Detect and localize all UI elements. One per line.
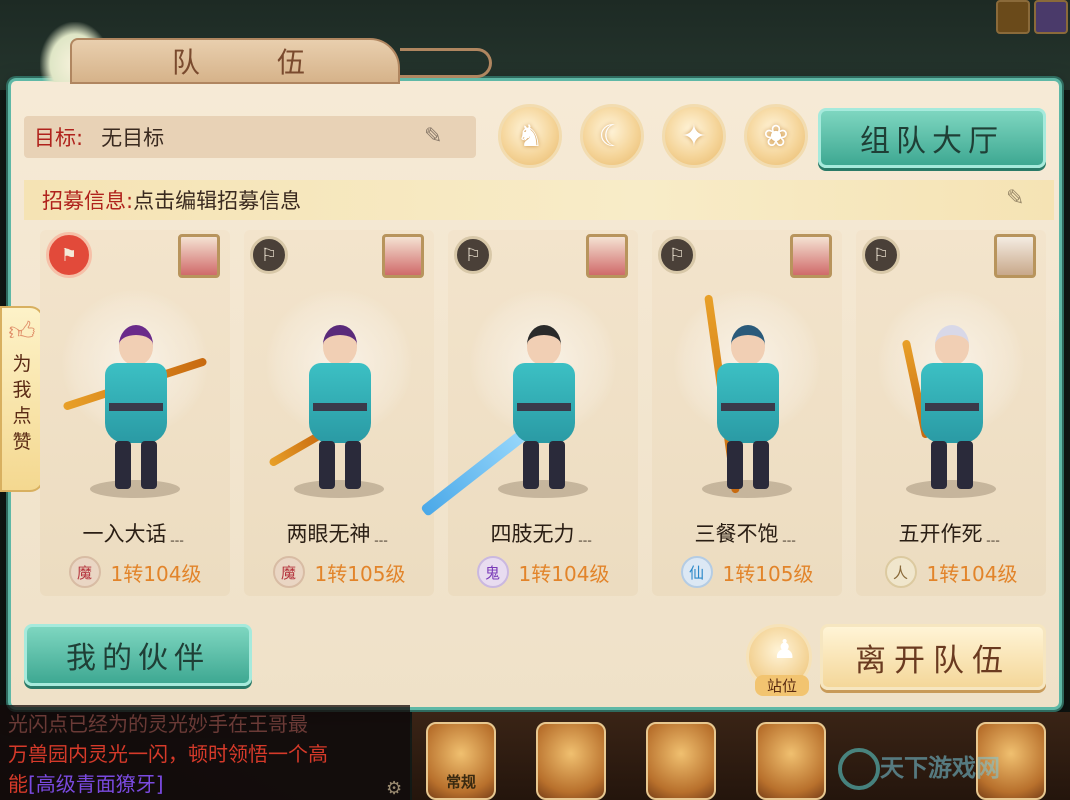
watermark-logo	[838, 748, 880, 790]
member-name: 三餐不饱﹍	[694, 522, 800, 546]
fox-icon[interactable]: ✦	[662, 104, 726, 168]
member-level-row: 鬼 1转104级	[448, 556, 638, 588]
gear-icon[interactable]: ⚙	[386, 778, 408, 800]
character-model	[911, 325, 991, 495]
member-name: 两眼无神﹍	[286, 522, 392, 546]
race-badge: 人	[884, 556, 917, 588]
character-model	[707, 325, 787, 495]
member-level: 1转104级	[926, 561, 1018, 586]
member-card[interactable]: ⚐ 三餐不饱﹍ 仙 1转105级	[652, 230, 842, 596]
member-level: 1转104级	[110, 561, 202, 586]
dock-team-button[interactable]	[756, 722, 826, 800]
dock-regular-button[interactable]: 常规	[426, 722, 496, 800]
race-badge: 魔	[68, 556, 101, 588]
item-link[interactable]: [高级青面獠牙]	[28, 772, 164, 796]
stance-button[interactable]: ♟ 站位	[746, 624, 812, 696]
flag-icon: ⚐	[862, 236, 900, 274]
avatar[interactable]	[178, 234, 220, 278]
avatar[interactable]	[994, 234, 1036, 278]
race-badge: 魔	[272, 556, 305, 588]
member-level: 1转105级	[314, 561, 406, 586]
character-model	[299, 325, 379, 495]
recruit-label: 招募信息:	[42, 189, 134, 213]
chat-log[interactable]: 光闪点已经为的灵光妙手在王哥最 万兽园内灵光一闪，顿时领悟一个高 能[高级青面獠…	[0, 705, 410, 800]
bird-icon[interactable]: ❀	[744, 104, 808, 168]
member-level: 1转104级	[518, 561, 610, 586]
member-name: 五开作死﹍	[898, 522, 1004, 546]
panel-title: 队 伍	[172, 46, 339, 79]
flag-icon: ⚐	[658, 236, 696, 274]
member-card[interactable]: ⚑ 一入大话﹍ 魔 1转104级	[40, 230, 230, 596]
member-name: 一入大话﹍	[82, 522, 188, 546]
panel-title-tab: 队 伍	[70, 38, 400, 84]
target-label: 目标:	[34, 126, 84, 150]
watermark: 天下游戏网	[880, 754, 1000, 782]
dock-button[interactable]	[646, 722, 716, 800]
member-level-row: 魔 1转105级	[244, 556, 434, 588]
thumbs-up-icon: 👍︎	[8, 317, 36, 347]
team-lobby-button[interactable]: 组队大厅	[818, 108, 1046, 168]
member-name: 四肢无力﹍	[490, 522, 596, 546]
recruit-info-bar[interactable]: 招募信息: 点击编辑招募信息 ✎	[24, 180, 1054, 220]
moon-icon[interactable]: ☾	[580, 104, 644, 168]
like-char: 点	[12, 405, 32, 427]
character-model	[95, 325, 175, 495]
race-badge: 仙	[680, 556, 713, 588]
scroll-decoration	[400, 48, 492, 78]
member-level: 1转105级	[722, 561, 814, 586]
member-card[interactable]: ⚐ 两眼无神﹍ 魔 1转105级	[244, 230, 434, 596]
activity-icon[interactable]	[996, 0, 1030, 34]
like-char: 为	[12, 353, 32, 375]
flag-icon: ⚐	[454, 236, 492, 274]
horse-icon[interactable]: ♞	[498, 104, 562, 168]
stance-label: 站位	[755, 675, 809, 696]
target-field[interactable]: 目标: 无目标 ✎	[24, 116, 476, 158]
race-badge: 鬼	[476, 556, 509, 588]
recruit-value: 点击编辑招募信息	[133, 189, 302, 213]
character-model	[503, 325, 583, 495]
pen-icon[interactable]: ✎	[1006, 186, 1032, 212]
chat-line: 万兽园内灵光一闪，顿时领悟一个高	[8, 742, 328, 766]
member-level-row: 仙 1转105级	[652, 556, 842, 588]
pen-icon[interactable]: ✎	[424, 124, 450, 150]
leave-team-button[interactable]: 离开队伍	[820, 624, 1046, 690]
target-value: 无目标	[101, 126, 165, 150]
chat-line: 能[高级青面獠牙]	[8, 772, 164, 796]
like-char: 赞	[12, 431, 32, 453]
like-char: 我	[12, 379, 32, 401]
event-icon[interactable]	[1034, 0, 1068, 34]
person-icon: ♟	[773, 635, 797, 665]
avatar[interactable]	[382, 234, 424, 278]
my-partner-button[interactable]: 我的伙伴	[24, 624, 252, 686]
member-card[interactable]: ⚐ 五开作死﹍ 人 1转104级	[856, 230, 1046, 596]
dock-button[interactable]	[536, 722, 606, 800]
member-card[interactable]: ⚐ 四肢无力﹍ 鬼 1转104级	[420, 230, 638, 596]
chat-line: 光闪点已经为的灵光妙手在王哥最	[8, 712, 308, 736]
avatar[interactable]	[790, 234, 832, 278]
flag-icon: ⚐	[250, 236, 288, 274]
like-me-tab[interactable]: 👍︎ 为 我 点 赞	[0, 306, 44, 492]
member-level-row: 魔 1转104级	[40, 556, 230, 588]
leader-flag-icon: ⚑	[46, 232, 92, 278]
member-level-row: 人 1转104级	[856, 556, 1046, 588]
avatar[interactable]	[586, 234, 628, 278]
